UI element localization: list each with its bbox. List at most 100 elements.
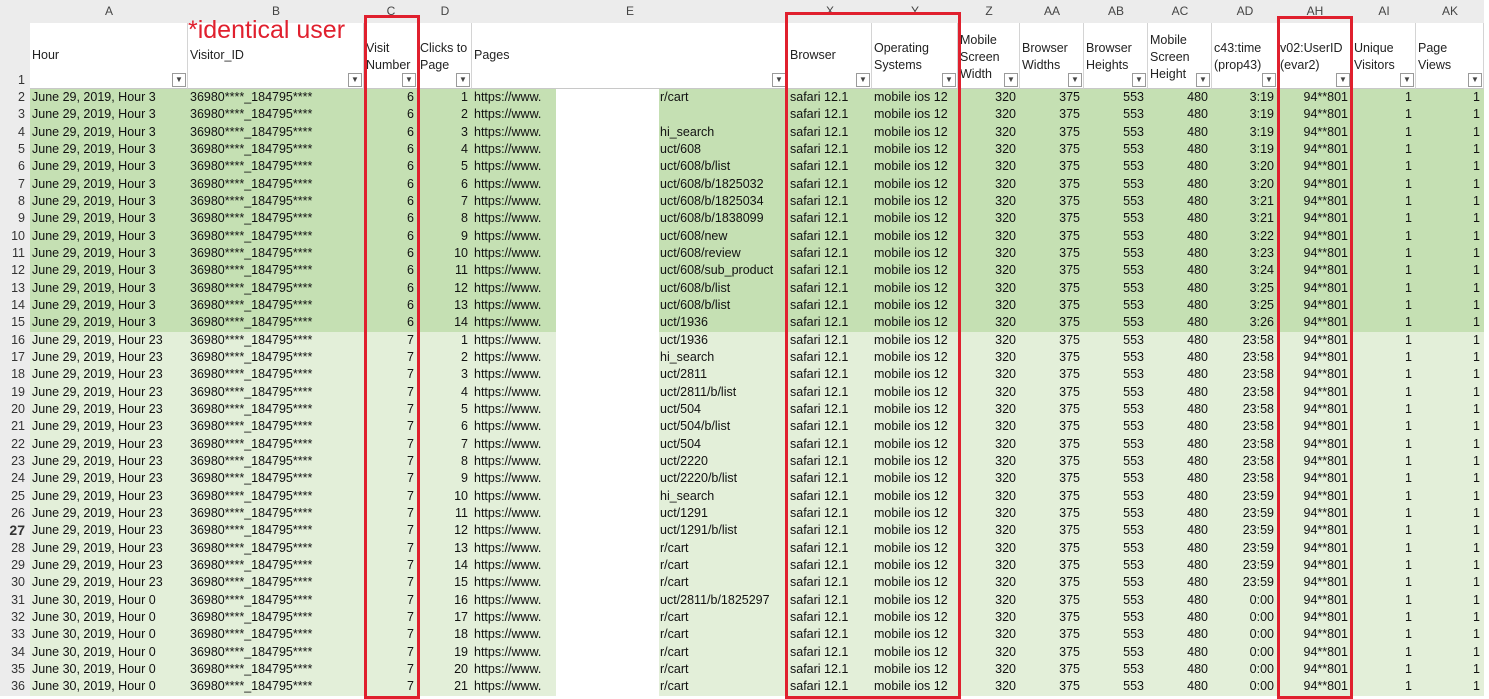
filter-dropdown-z[interactable]: ▼ — [1004, 73, 1018, 87]
cell-ac[interactable]: 480 — [1148, 487, 1212, 505]
cell-y[interactable]: mobile ios 12 — [872, 418, 958, 436]
cell-ah[interactable]: 94**801 — [1278, 348, 1352, 367]
cell-a[interactable]: June 30, 2019, Hour 0 — [30, 660, 188, 679]
cell-b[interactable]: 36980****_184795**** — [188, 158, 364, 176]
cell-y[interactable]: mobile ios 12 — [872, 504, 958, 523]
cell-aa[interactable]: 375 — [1020, 470, 1084, 488]
cell-ah[interactable]: 94**801 — [1278, 262, 1352, 280]
cell-c[interactable]: 7 — [364, 487, 418, 505]
cell-b[interactable]: 36980****_184795**** — [188, 574, 364, 592]
cell-c[interactable]: 7 — [364, 348, 418, 367]
cell-ak[interactable]: 1 — [1416, 262, 1484, 280]
cell-ac[interactable]: 480 — [1148, 539, 1212, 557]
select-all-corner[interactable] — [0, 0, 30, 23]
cell-ad[interactable]: 23:59 — [1212, 522, 1278, 540]
filter-dropdown-d[interactable]: ▼ — [456, 73, 470, 87]
cell-y[interactable]: mobile ios 12 — [872, 608, 958, 627]
cell-x[interactable]: safari 12.1 — [788, 574, 872, 592]
cell-ad[interactable]: 0:00 — [1212, 591, 1278, 609]
cell-ak[interactable]: 1 — [1416, 452, 1484, 471]
cell-y[interactable]: mobile ios 12 — [872, 470, 958, 488]
cell-ah[interactable]: 94**801 — [1278, 123, 1352, 141]
cell-ad[interactable]: 0:00 — [1212, 608, 1278, 627]
cell-ak[interactable]: 1 — [1416, 660, 1484, 679]
cell-d[interactable]: 21 — [418, 678, 472, 696]
cell-ah[interactable]: 94**801 — [1278, 678, 1352, 696]
cell-ab[interactable]: 553 — [1084, 400, 1148, 419]
cell-ac[interactable]: 480 — [1148, 574, 1212, 592]
cell-y[interactable]: mobile ios 12 — [872, 262, 958, 280]
column-header-aa[interactable]: AA — [1020, 0, 1084, 23]
cell-c[interactable]: 7 — [364, 660, 418, 679]
cell-a[interactable]: June 29, 2019, Hour 3 — [30, 106, 188, 124]
cell-y[interactable]: mobile ios 12 — [872, 539, 958, 557]
cell-z[interactable]: 320 — [958, 262, 1020, 280]
cell-ak[interactable]: 1 — [1416, 470, 1484, 488]
cell-d[interactable]: 2 — [418, 106, 472, 124]
cell-ai[interactable]: 1 — [1352, 279, 1416, 297]
cell-z[interactable]: 320 — [958, 418, 1020, 436]
cell-d[interactable]: 1 — [418, 89, 472, 107]
cell-b[interactable]: 36980****_184795**** — [188, 106, 364, 124]
cell-ak[interactable]: 1 — [1416, 400, 1484, 419]
cell-ai[interactable]: 1 — [1352, 626, 1416, 644]
cell-z[interactable]: 320 — [958, 279, 1020, 297]
cell-ad[interactable]: 3:19 — [1212, 106, 1278, 124]
cell-aa[interactable]: 375 — [1020, 435, 1084, 453]
cell-ak[interactable]: 1 — [1416, 574, 1484, 592]
cell-z[interactable]: 320 — [958, 89, 1020, 107]
cell-d[interactable]: 6 — [418, 418, 472, 436]
cell-ah[interactable]: 94**801 — [1278, 487, 1352, 505]
cell-aa[interactable]: 375 — [1020, 400, 1084, 419]
row-header[interactable]: 7 — [0, 175, 30, 193]
cell-d[interactable]: 15 — [418, 574, 472, 592]
cell-c[interactable]: 6 — [364, 175, 418, 193]
cell-d[interactable]: 8 — [418, 210, 472, 228]
cell-aa[interactable]: 375 — [1020, 539, 1084, 557]
cell-c[interactable]: 7 — [364, 470, 418, 488]
cell-a[interactable]: June 29, 2019, Hour 23 — [30, 539, 188, 557]
row-header[interactable]: 25 — [0, 487, 30, 505]
cell-d[interactable]: 9 — [418, 227, 472, 245]
cell-x[interactable]: safari 12.1 — [788, 192, 872, 211]
cell-ad[interactable]: 23:58 — [1212, 400, 1278, 419]
cell-c[interactable]: 6 — [364, 279, 418, 297]
cell-aa[interactable]: 375 — [1020, 314, 1084, 332]
cell-ah[interactable]: 94**801 — [1278, 452, 1352, 471]
cell-ah[interactable]: 94**801 — [1278, 400, 1352, 419]
cell-z[interactable]: 320 — [958, 522, 1020, 540]
cell-a[interactable]: June 29, 2019, Hour 3 — [30, 123, 188, 141]
cell-x[interactable]: safari 12.1 — [788, 400, 872, 419]
cell-ac[interactable]: 480 — [1148, 400, 1212, 419]
cell-y[interactable]: mobile ios 12 — [872, 626, 958, 644]
cell-ab[interactable]: 553 — [1084, 383, 1148, 401]
cell-aa[interactable]: 375 — [1020, 227, 1084, 245]
cell-ak[interactable]: 1 — [1416, 140, 1484, 159]
cell-ac[interactable]: 480 — [1148, 418, 1212, 436]
cell-a[interactable]: June 29, 2019, Hour 23 — [30, 383, 188, 401]
row-header[interactable]: 32 — [0, 608, 30, 627]
cell-ab[interactable]: 553 — [1084, 556, 1148, 575]
cell-aa[interactable]: 375 — [1020, 574, 1084, 592]
cell-z[interactable]: 320 — [958, 314, 1020, 332]
cell-ak[interactable]: 1 — [1416, 487, 1484, 505]
filter-dropdown-e[interactable]: ▼ — [772, 73, 786, 87]
cell-ad[interactable]: 0:00 — [1212, 643, 1278, 661]
cell-aa[interactable]: 375 — [1020, 608, 1084, 627]
cell-ai[interactable]: 1 — [1352, 539, 1416, 557]
cell-x[interactable]: safari 12.1 — [788, 539, 872, 557]
cell-b[interactable]: 36980****_184795**** — [188, 123, 364, 141]
cell-c[interactable]: 7 — [364, 643, 418, 661]
cell-ah[interactable]: 94**801 — [1278, 106, 1352, 124]
cell-ai[interactable]: 1 — [1352, 296, 1416, 315]
cell-y[interactable]: mobile ios 12 — [872, 366, 958, 384]
cell-ak[interactable]: 1 — [1416, 522, 1484, 540]
row-header[interactable]: 4 — [0, 123, 30, 141]
cell-b[interactable]: 36980****_184795**** — [188, 522, 364, 540]
cell-b[interactable]: 36980****_184795**** — [188, 591, 364, 609]
cell-d[interactable]: 13 — [418, 539, 472, 557]
cell-ak[interactable]: 1 — [1416, 210, 1484, 228]
cell-y[interactable]: mobile ios 12 — [872, 123, 958, 141]
cell-x[interactable]: safari 12.1 — [788, 452, 872, 471]
cell-ad[interactable]: 3:19 — [1212, 140, 1278, 159]
